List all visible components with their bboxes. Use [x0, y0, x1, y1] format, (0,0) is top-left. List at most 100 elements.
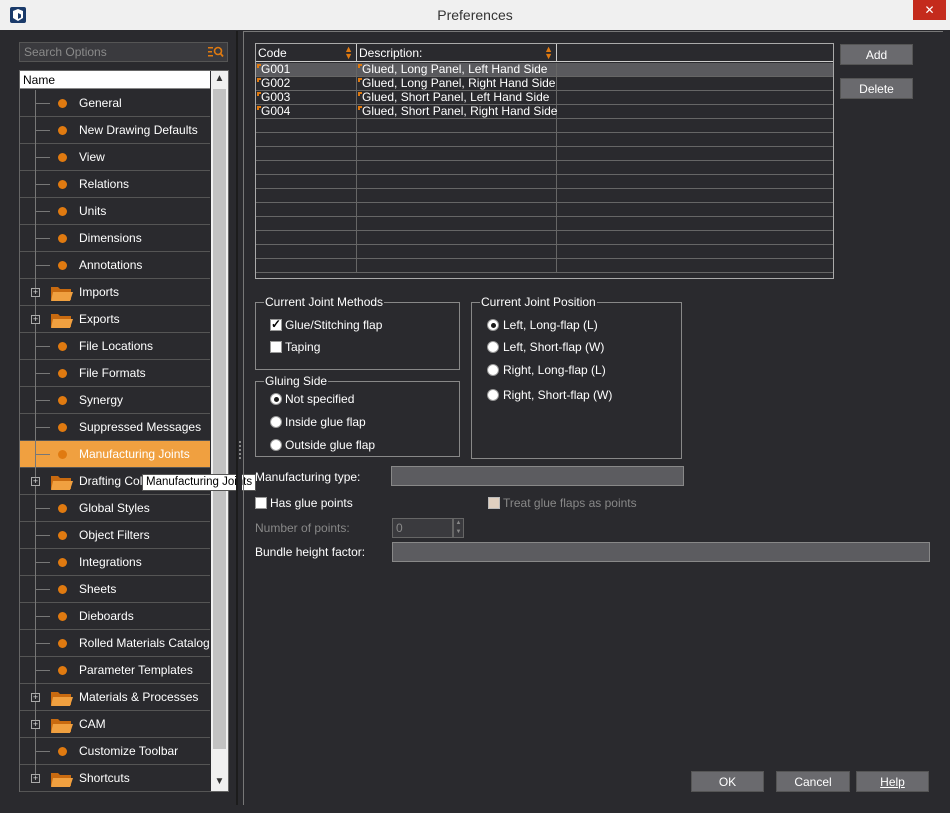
cell-description[interactable]: [357, 231, 557, 245]
splitter[interactable]: [236, 31, 242, 805]
cell-description[interactable]: Glued, Long Panel, Left Hand Side: [357, 63, 557, 77]
cell-description[interactable]: [357, 189, 557, 203]
tree-item[interactable]: + Imports: [20, 279, 210, 306]
tree-item[interactable]: Dimensions: [20, 225, 210, 252]
cell-description[interactable]: [357, 217, 557, 231]
cell-code[interactable]: G004: [256, 105, 357, 119]
tree-scrollbar[interactable]: ▲ ▼: [211, 71, 228, 791]
joints-table[interactable]: Code ▲ ▼ Description: ▲ ▼ G001 Glued, Long …: [255, 43, 834, 279]
table-row[interactable]: [256, 231, 833, 245]
cell-description[interactable]: [357, 259, 557, 273]
tree-item[interactable]: New Drawing Defaults: [20, 117, 210, 144]
cell-code[interactable]: [256, 231, 357, 245]
tree-item[interactable]: Dieboards: [20, 603, 210, 630]
cell-description[interactable]: [357, 203, 557, 217]
tree-item[interactable]: + Shortcuts: [20, 765, 210, 792]
delete-button[interactable]: Delete: [840, 78, 913, 99]
cell-description[interactable]: Glued, Long Panel, Right Hand Side: [357, 77, 557, 91]
expand-icon[interactable]: +: [31, 288, 40, 297]
table-row[interactable]: [256, 161, 833, 175]
tree-item[interactable]: Synergy: [20, 387, 210, 414]
cell-code[interactable]: [256, 203, 357, 217]
scroll-down-icon[interactable]: ▼: [211, 774, 228, 790]
tree-item[interactable]: + Exports: [20, 306, 210, 333]
tree-item[interactable]: Object Filters: [20, 522, 210, 549]
spin-down-icon[interactable]: ▼: [454, 528, 463, 537]
cell-code[interactable]: [256, 189, 357, 203]
tree-item[interactable]: Customize Toolbar: [20, 738, 210, 765]
cell-code[interactable]: [256, 161, 357, 175]
cell-code[interactable]: G002: [256, 77, 357, 91]
cell-description[interactable]: [357, 119, 557, 133]
number-of-points-field[interactable]: 0: [392, 518, 453, 538]
table-row[interactable]: [256, 119, 833, 133]
expand-icon[interactable]: +: [31, 315, 40, 324]
table-row[interactable]: [256, 175, 833, 189]
tree-item[interactable]: View: [20, 144, 210, 171]
treat-glue-flaps-checkbox[interactable]: [488, 497, 500, 509]
tree-item[interactable]: + Materials & Processes: [20, 684, 210, 711]
table-row[interactable]: [256, 189, 833, 203]
tree-item[interactable]: Manufacturing Joints: [20, 441, 210, 468]
table-row[interactable]: [256, 245, 833, 259]
sort-icon[interactable]: ▲ ▼: [344, 45, 353, 61]
right-long-flap-radio[interactable]: [487, 364, 499, 376]
tree-item[interactable]: Global Styles: [20, 495, 210, 522]
tree-header-name[interactable]: Name: [20, 71, 210, 89]
left-long-flap-radio[interactable]: [487, 319, 499, 331]
table-row[interactable]: [256, 217, 833, 231]
outside-glue-flap-radio[interactable]: [270, 439, 282, 451]
ok-button[interactable]: OK: [691, 771, 764, 792]
table-row[interactable]: G001 Glued, Long Panel, Left Hand Side: [256, 63, 833, 77]
inside-glue-flap-radio[interactable]: [270, 416, 282, 428]
cell-description[interactable]: [357, 161, 557, 175]
tree-item[interactable]: Relations: [20, 171, 210, 198]
cell-description[interactable]: [357, 133, 557, 147]
search-box[interactable]: [19, 42, 228, 62]
tree-item[interactable]: General: [20, 90, 210, 117]
cell-code[interactable]: [256, 119, 357, 133]
cell-description[interactable]: [357, 175, 557, 189]
column-header-description[interactable]: Description: ▲ ▼: [357, 44, 557, 62]
cell-description[interactable]: Glued, Short Panel, Right Hand Side: [357, 105, 557, 119]
table-row[interactable]: G002 Glued, Long Panel, Right Hand Side: [256, 77, 833, 91]
manufacturing-type-field[interactable]: [391, 466, 684, 486]
expand-icon[interactable]: +: [31, 720, 40, 729]
sort-icon[interactable]: ▲ ▼: [544, 45, 553, 61]
tree-item[interactable]: File Formats: [20, 360, 210, 387]
scroll-thumb[interactable]: [213, 89, 226, 749]
number-of-points-stepper[interactable]: ▲ ▼: [453, 518, 464, 538]
splitter-grip-icon[interactable]: [239, 441, 241, 459]
tree-item[interactable]: Sheets: [20, 576, 210, 603]
not-specified-radio[interactable]: [270, 393, 282, 405]
search-input[interactable]: [22, 44, 202, 60]
table-row[interactable]: [256, 133, 833, 147]
tree-item[interactable]: File Locations: [20, 333, 210, 360]
glue-stitching-checkbox[interactable]: [270, 317, 282, 331]
taping-checkbox[interactable]: [270, 341, 282, 353]
tree-item[interactable]: Rolled Materials Catalog: [20, 630, 210, 657]
left-short-flap-radio[interactable]: [487, 341, 499, 353]
expand-icon[interactable]: +: [31, 693, 40, 702]
cell-description[interactable]: [357, 147, 557, 161]
expand-icon[interactable]: +: [31, 774, 40, 783]
cell-code[interactable]: [256, 175, 357, 189]
cell-code[interactable]: [256, 133, 357, 147]
bundle-height-field[interactable]: [392, 542, 930, 562]
add-button[interactable]: Add: [840, 44, 913, 65]
cell-code[interactable]: [256, 259, 357, 273]
cell-code[interactable]: [256, 217, 357, 231]
expand-icon[interactable]: +: [31, 477, 40, 486]
preferences-tree[interactable]: Name ▲ ▼ General New Drawing Defaults View…: [19, 70, 229, 792]
right-short-flap-radio[interactable]: [487, 389, 499, 401]
tree-item[interactable]: Parameter Templates: [20, 657, 210, 684]
scroll-up-icon[interactable]: ▲: [211, 71, 228, 87]
tree-item[interactable]: + CAM: [20, 711, 210, 738]
tree-item[interactable]: Integrations: [20, 549, 210, 576]
cell-code[interactable]: [256, 147, 357, 161]
tree-item[interactable]: Suppressed Messages: [20, 414, 210, 441]
table-row[interactable]: G003 Glued, Short Panel, Left Hand Side: [256, 91, 833, 105]
table-row[interactable]: G004 Glued, Short Panel, Right Hand Side: [256, 105, 833, 119]
table-row[interactable]: [256, 147, 833, 161]
close-button[interactable]: ✕: [913, 0, 946, 20]
